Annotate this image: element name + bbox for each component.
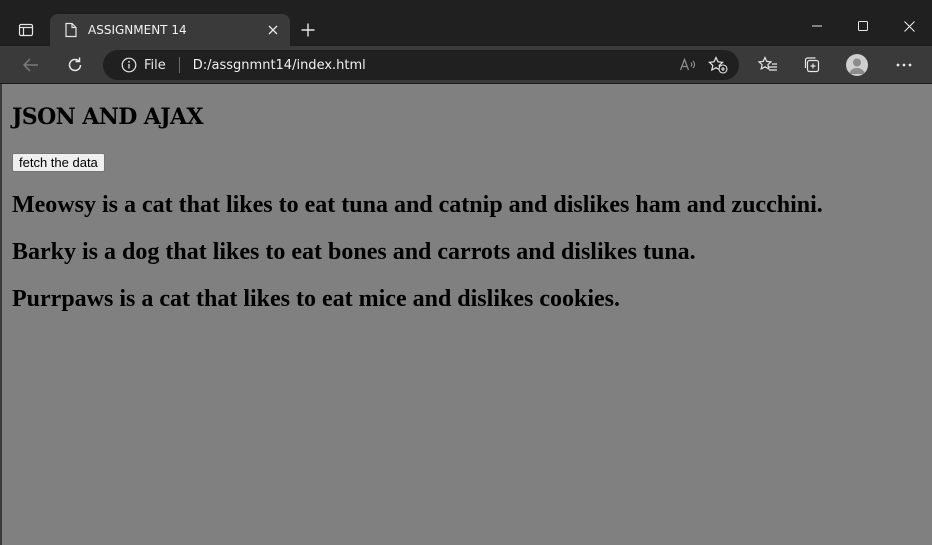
collections-button[interactable] (797, 50, 827, 80)
pet-description: Purrpaws is a cat that likes to eat mice… (12, 286, 620, 312)
plus-icon (301, 23, 315, 37)
close-icon (268, 25, 278, 35)
close-window-button[interactable] (886, 6, 932, 46)
active-tab[interactable]: ASSIGNMENT 14 (50, 14, 290, 46)
add-favorite-button[interactable] (703, 50, 733, 80)
back-arrow-icon (22, 58, 38, 72)
refresh-icon (68, 57, 82, 72)
collections-icon (804, 57, 820, 73)
back-button[interactable] (16, 50, 46, 80)
page-heading: JSON AND AJAX (12, 104, 204, 130)
more-icon (896, 63, 912, 67)
refresh-button[interactable] (60, 50, 90, 80)
browser-window: ASSIGNMENT 14 File D:/assgnmnt14/index.h… (0, 0, 932, 545)
browser-toolbar: File D:/assgnmnt14/index.html (0, 46, 932, 84)
more-button[interactable] (889, 50, 919, 80)
pet-description: Barky is a dog that likes to eat bones a… (12, 239, 696, 265)
page-viewport: JSON AND AJAX fetch the data Meowsy is a… (0, 84, 932, 545)
tab-strip: ASSIGNMENT 14 (0, 0, 932, 46)
site-info-label: File (144, 57, 166, 73)
read-aloud-icon (679, 57, 696, 71)
tab-actions-icon (18, 23, 34, 37)
tab-actions-button[interactable] (8, 14, 44, 46)
pet-description: Meowsy is a cat that likes to eat tuna a… (12, 192, 823, 218)
tab-title: ASSIGNMENT 14 (88, 23, 187, 37)
profile-icon (849, 58, 865, 74)
read-aloud-button[interactable] (673, 50, 703, 80)
address-separator (178, 57, 180, 73)
maximize-button[interactable] (840, 6, 886, 46)
new-tab-button[interactable] (296, 18, 320, 42)
site-info-button[interactable]: File (121, 50, 166, 80)
minimize-button[interactable] (794, 6, 840, 46)
favorites-button[interactable] (753, 50, 783, 80)
document-icon (62, 21, 80, 39)
close-tab-button[interactable] (264, 21, 282, 39)
profile-button[interactable] (846, 54, 868, 76)
fetch-data-button[interactable]: fetch the data (12, 153, 105, 172)
close-icon (903, 20, 915, 32)
window-controls (794, 6, 932, 46)
address-bar[interactable]: File D:/assgnmnt14/index.html (103, 50, 739, 80)
info-icon (121, 57, 137, 73)
star-plus-icon (708, 56, 728, 74)
favorites-icon (758, 56, 777, 71)
minimize-icon (812, 25, 822, 27)
url-text[interactable]: D:/assgnmnt14/index.html (193, 58, 673, 73)
maximize-icon (858, 21, 868, 31)
